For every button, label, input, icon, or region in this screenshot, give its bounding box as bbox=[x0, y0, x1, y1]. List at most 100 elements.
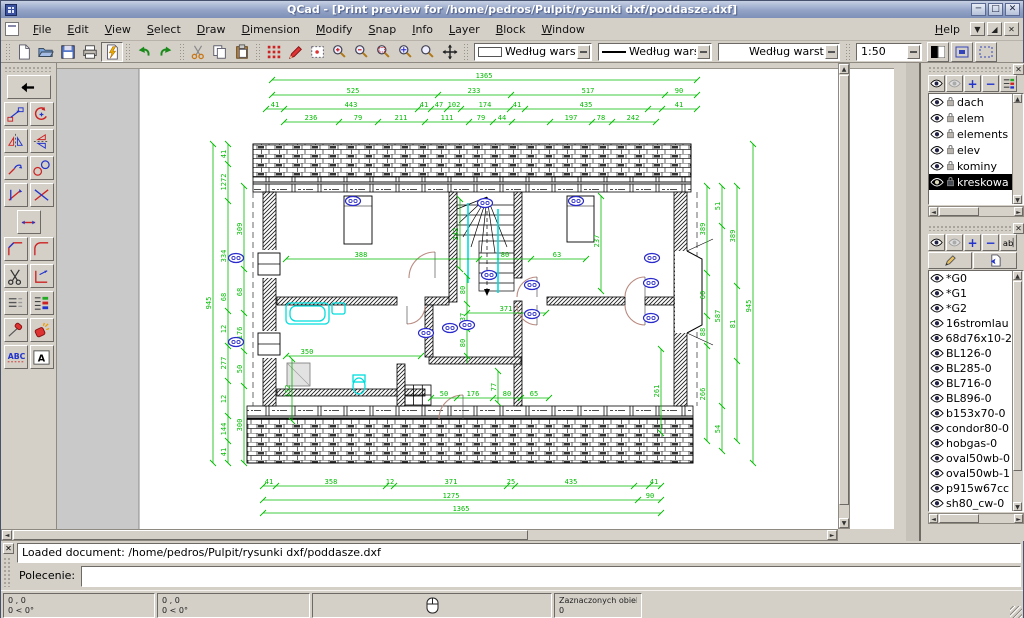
zoom-in-button[interactable] bbox=[329, 42, 351, 62]
eye-icon[interactable] bbox=[930, 145, 944, 156]
stretch-button[interactable] bbox=[30, 264, 54, 288]
scale-combo-dropdown[interactable] bbox=[907, 45, 920, 59]
plus-button[interactable]: + bbox=[964, 75, 981, 92]
scroll-up-arrow[interactable]: ▲ bbox=[1013, 271, 1022, 280]
block-list-vscrollbar[interactable]: ▲ ▼ bbox=[1012, 271, 1023, 511]
mdi-minimize-button[interactable]: ▼ bbox=[970, 22, 985, 36]
eye-icon[interactable] bbox=[930, 113, 944, 124]
scroll-right-arrow[interactable]: ► bbox=[1014, 514, 1023, 523]
eye-icon[interactable] bbox=[930, 483, 944, 494]
canvas-vertical-scrollbar[interactable]: ▲ ▼ bbox=[838, 63, 850, 529]
bevel-button[interactable] bbox=[4, 237, 28, 261]
back-button[interactable] bbox=[7, 75, 51, 99]
draft-view-button[interactable] bbox=[951, 42, 973, 62]
scroll-right-arrow[interactable]: ► bbox=[827, 530, 837, 540]
scroll-thumb[interactable] bbox=[939, 207, 979, 216]
lock-icon[interactable] bbox=[946, 160, 955, 172]
eye-icon[interactable] bbox=[930, 393, 944, 404]
layer-panel-close-button[interactable]: ✕ bbox=[1013, 64, 1024, 75]
command-dock-handle[interactable] bbox=[3, 557, 11, 587]
minus-button[interactable]: − bbox=[982, 234, 999, 251]
layer-row-kominy[interactable]: kominy bbox=[929, 158, 1012, 174]
attributes-button[interactable] bbox=[4, 291, 28, 315]
preview-frame-button[interactable] bbox=[975, 42, 997, 62]
block-row-condor80-0[interactable]: condor80-0 bbox=[929, 421, 1012, 436]
resize-grip[interactable] bbox=[1010, 606, 1022, 618]
menu-info[interactable]: Info bbox=[404, 21, 441, 38]
block-row-BL716-0[interactable]: BL716-0 bbox=[929, 376, 1012, 391]
line-type-combo[interactable]: Według warstwy bbox=[718, 43, 840, 61]
new-file-button[interactable] bbox=[13, 42, 35, 62]
panel-drag-handle[interactable] bbox=[928, 225, 1011, 231]
lock-icon[interactable] bbox=[946, 96, 955, 108]
command-dock-close-button[interactable]: ✕ bbox=[3, 543, 14, 554]
dock-separator[interactable] bbox=[906, 63, 921, 541]
eye-icon[interactable] bbox=[930, 468, 944, 479]
toolbar-handle[interactable] bbox=[463, 43, 469, 61]
canvas-horizontal-scrollbar[interactable]: ◄ ► bbox=[1, 529, 838, 541]
toolbar-handle[interactable] bbox=[4, 66, 53, 72]
maximize-button[interactable]: □ bbox=[988, 3, 1003, 16]
round-button[interactable] bbox=[30, 237, 54, 261]
delete-button[interactable] bbox=[4, 318, 28, 342]
scroll-left-arrow[interactable]: ◄ bbox=[929, 514, 938, 523]
properties-button[interactable] bbox=[30, 291, 54, 315]
drawing-canvas[interactable]: 1365525233517904144341471021744143541236… bbox=[57, 63, 894, 529]
copy-button[interactable] bbox=[209, 42, 231, 62]
cut-button[interactable] bbox=[187, 42, 209, 62]
scroll-up-arrow[interactable]: ▲ bbox=[839, 64, 849, 74]
block-row-16stromlau[interactable]: 16stromlau bbox=[929, 316, 1012, 331]
layer-row-elem[interactable]: elem bbox=[929, 110, 1012, 126]
grid-button[interactable] bbox=[263, 42, 285, 62]
title-bar[interactable]: QCad - [Print preview for /home/pedros/P… bbox=[1, 1, 1023, 18]
eye-icon[interactable] bbox=[930, 348, 944, 359]
menu-dimension[interactable]: Dimension bbox=[234, 21, 308, 38]
layer-row-elements[interactable]: elements bbox=[929, 126, 1012, 142]
print-button[interactable] bbox=[79, 42, 101, 62]
eye-icon[interactable] bbox=[930, 363, 944, 374]
eye-off-button[interactable] bbox=[946, 75, 963, 92]
eye-icon[interactable] bbox=[930, 498, 944, 509]
eye-icon[interactable] bbox=[930, 318, 944, 329]
plus-button[interactable]: + bbox=[964, 234, 981, 251]
minus-button[interactable]: − bbox=[982, 75, 999, 92]
toolbar-handle[interactable] bbox=[5, 43, 11, 61]
scroll-thumb[interactable] bbox=[13, 530, 528, 540]
scroll-thumb[interactable] bbox=[1013, 281, 1022, 471]
draft-mode-button[interactable] bbox=[285, 42, 307, 62]
eye-icon[interactable] bbox=[930, 97, 944, 108]
lock-icon[interactable] bbox=[946, 144, 955, 156]
mdi-close-button[interactable]: ✕ bbox=[1004, 22, 1019, 36]
eye-button[interactable] bbox=[928, 234, 945, 251]
rotate-two-button[interactable] bbox=[30, 156, 54, 180]
eye-icon[interactable] bbox=[930, 408, 944, 419]
rename-button[interactable]: ab bbox=[1000, 234, 1017, 251]
block-row-BL285-0[interactable]: BL285-0 bbox=[929, 361, 1012, 376]
document-icon[interactable] bbox=[5, 22, 19, 36]
block-row-oval50wb-1[interactable]: oval50wb-1 bbox=[929, 466, 1012, 481]
move-button[interactable] bbox=[4, 102, 28, 126]
rotate-button[interactable] bbox=[30, 102, 54, 126]
zoom-window-button[interactable] bbox=[373, 42, 395, 62]
eye-icon[interactable] bbox=[930, 288, 944, 299]
edit-block-button[interactable] bbox=[928, 252, 972, 269]
redo-button[interactable] bbox=[155, 42, 177, 62]
menu-layer[interactable]: Layer bbox=[441, 21, 488, 38]
mdi-restore-button[interactable]: ◢ bbox=[987, 22, 1002, 36]
paste-button[interactable] bbox=[231, 42, 253, 62]
layer-attributes-button[interactable] bbox=[1000, 75, 1017, 92]
toolbar-handle[interactable] bbox=[179, 43, 185, 61]
eye-icon[interactable] bbox=[930, 453, 944, 464]
preview-button[interactable] bbox=[307, 42, 329, 62]
edit-text-button[interactable]: A bbox=[30, 345, 54, 369]
color-combo[interactable]: Według warstwy bbox=[474, 43, 592, 61]
scroll-up-arrow[interactable]: ▲ bbox=[1013, 94, 1022, 103]
eye-icon[interactable] bbox=[930, 129, 944, 140]
print-preview-button[interactable] bbox=[101, 42, 123, 62]
block-list-hscrollbar[interactable]: ◄ ► bbox=[928, 513, 1024, 524]
block-row-*G2[interactable]: *G2 bbox=[929, 301, 1012, 316]
block-row-*G0[interactable]: *G0 bbox=[929, 271, 1012, 286]
menu-view[interactable]: View bbox=[97, 21, 139, 38]
menu-select[interactable]: Select bbox=[139, 21, 189, 38]
eye-icon[interactable] bbox=[930, 333, 944, 344]
